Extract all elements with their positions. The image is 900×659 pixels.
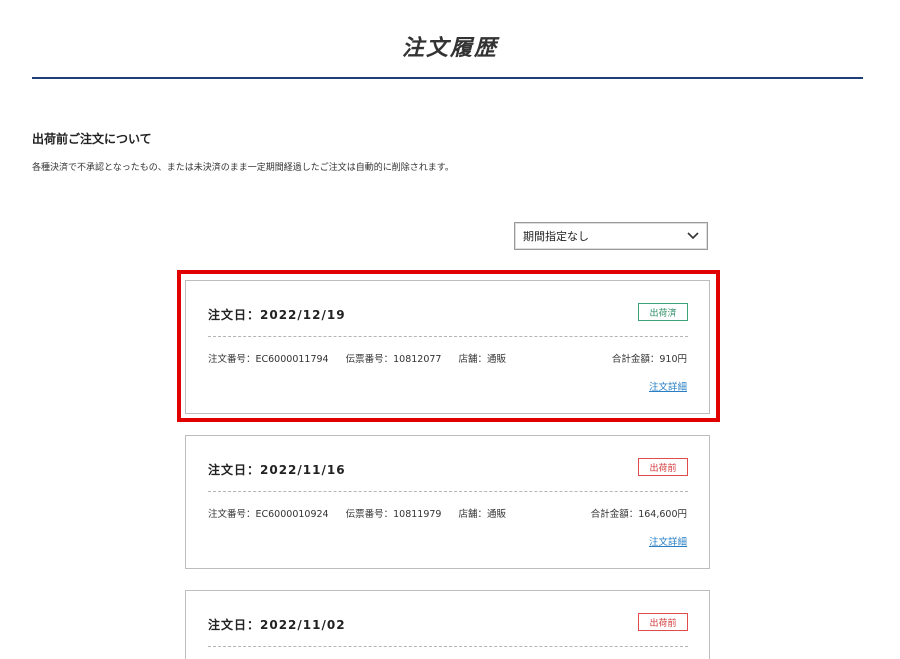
order-total: 合計金額：164,600円 bbox=[590, 509, 687, 520]
status-badge: 出荷済 bbox=[638, 303, 688, 321]
order-detail-link[interactable]: 注文詳細 bbox=[649, 379, 687, 393]
card-divider bbox=[208, 646, 688, 647]
slip-number: 伝票番号：10812077 bbox=[345, 354, 442, 365]
order-number: 注文番号：EC6000010924 bbox=[208, 509, 329, 520]
store-name: 店舗：通販 bbox=[458, 509, 507, 520]
order-detail-link[interactable]: 注文詳細 bbox=[649, 534, 687, 548]
order-card: 注文日：2022/12/19 出荷済 注文番号：EC6000011794 伝票番… bbox=[185, 280, 710, 414]
chevron-down-icon bbox=[687, 232, 699, 240]
card-divider bbox=[208, 491, 688, 492]
order-card: 注文日：2022/11/16 出荷前 注文番号：EC6000010924 伝票番… bbox=[185, 435, 710, 569]
notice-heading: 出荷前ご注文について bbox=[32, 132, 152, 146]
order-date: 注文日：2022/12/19 bbox=[208, 308, 346, 322]
title-divider bbox=[32, 77, 863, 79]
status-badge: 出荷前 bbox=[638, 613, 688, 631]
order-date: 注文日：2022/11/16 bbox=[208, 463, 346, 477]
status-badge: 出荷前 bbox=[638, 458, 688, 476]
order-card: 注文日：2022/11/02 出荷前 bbox=[185, 590, 710, 659]
period-filter-value: 期間指定なし bbox=[523, 230, 589, 243]
order-date: 注文日：2022/11/02 bbox=[208, 618, 346, 632]
order-number: 注文番号：EC6000011794 bbox=[208, 354, 329, 365]
order-meta: 注文番号：EC6000011794 伝票番号：10812077 店舗：通販 bbox=[208, 351, 520, 365]
period-filter-select[interactable]: 期間指定なし bbox=[514, 222, 708, 250]
card-divider bbox=[208, 336, 688, 337]
page-title: 注文履歴 bbox=[401, 36, 498, 61]
store-name: 店舗：通販 bbox=[458, 354, 507, 365]
notice-description: 各種決済で不承認となったもの、または未決済のまま一定期間経過したご注文は自動的に… bbox=[32, 163, 454, 173]
order-meta: 注文番号：EC6000010924 伝票番号：10811979 店舗：通販 bbox=[208, 506, 520, 520]
order-total: 合計金額：910円 bbox=[611, 354, 687, 365]
slip-number: 伝票番号：10811979 bbox=[345, 509, 442, 520]
